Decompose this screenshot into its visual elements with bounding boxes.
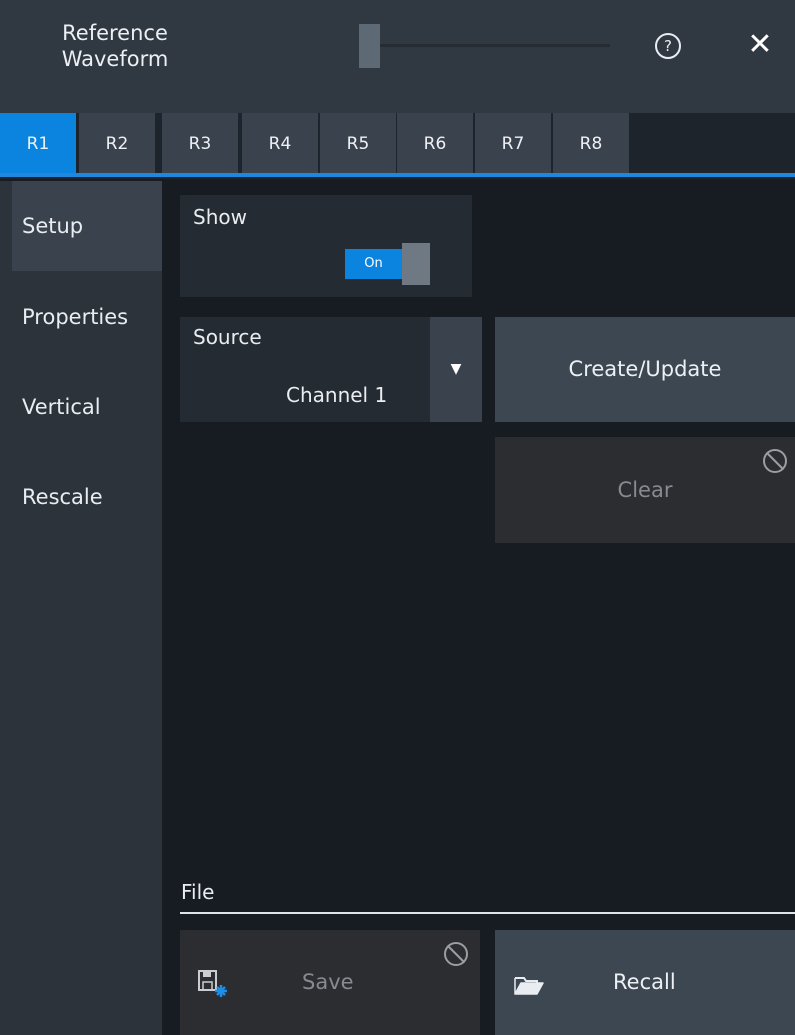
drag-track: [380, 44, 610, 47]
tab-r8[interactable]: R8: [553, 113, 629, 175]
tab-r3[interactable]: R3: [162, 113, 238, 175]
toggle-knob: [402, 243, 430, 285]
window-title-line1: Reference: [62, 21, 168, 45]
file-divider: [180, 912, 795, 914]
file-section-label: File: [181, 880, 215, 904]
recall-button[interactable]: Recall: [495, 930, 795, 1035]
tab-r1[interactable]: R1: [0, 113, 76, 175]
triangle-down-icon: ▼: [450, 361, 462, 377]
sidebar-item-vertical[interactable]: Vertical: [12, 362, 162, 452]
no-entry-icon: [444, 942, 468, 966]
toggle-on-label: On: [345, 249, 402, 279]
create-update-button[interactable]: Create/Update: [495, 317, 795, 422]
window-title-line2: Waveform: [61, 47, 169, 71]
close-icon[interactable]: ✕: [745, 28, 775, 62]
source-value: Channel 1: [286, 383, 388, 407]
sidebar-item-rescale[interactable]: Rescale: [12, 452, 162, 542]
window-title: Reference Waveform: [35, 20, 195, 72]
show-toggle[interactable]: On: [345, 243, 430, 285]
no-entry-icon: [763, 449, 787, 473]
source-dropdown-button[interactable]: ▼: [430, 317, 482, 422]
tab-underline: [0, 173, 795, 177]
show-label: Show: [193, 205, 247, 229]
tab-r7[interactable]: R7: [475, 113, 551, 175]
clear-label: Clear: [617, 478, 673, 502]
sidebar-item-properties[interactable]: Properties: [12, 272, 162, 362]
folder-open-icon: [514, 977, 544, 995]
save-label: Save: [302, 970, 354, 994]
save-button[interactable]: Save: [180, 930, 480, 1035]
drag-handle[interactable]: [359, 24, 380, 68]
recall-label: Recall: [613, 970, 676, 994]
source-label: Source: [193, 325, 262, 349]
tab-r5[interactable]: R5: [320, 113, 396, 175]
sidebar-item-setup[interactable]: Setup: [12, 181, 162, 271]
clear-button[interactable]: Clear: [495, 437, 795, 543]
tab-r2[interactable]: R2: [79, 113, 155, 175]
tab-r4[interactable]: R4: [242, 113, 318, 175]
tab-r6[interactable]: R6: [397, 113, 473, 175]
floppy-disk-icon: [198, 970, 227, 997]
help-icon[interactable]: ?: [655, 33, 681, 59]
